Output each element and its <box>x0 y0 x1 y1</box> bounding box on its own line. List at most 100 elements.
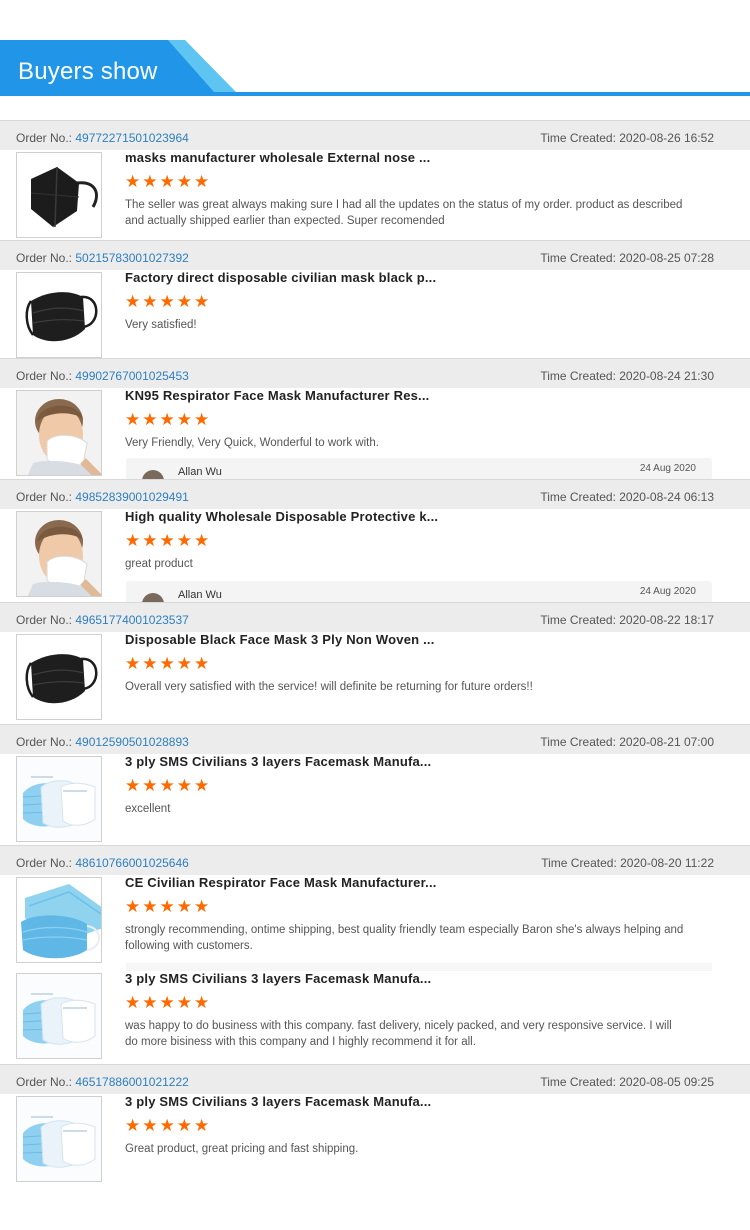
star-icon: ★ <box>142 897 158 917</box>
order-header: Order No.: 48610766001025646 Time Create… <box>0 845 750 875</box>
product-title[interactable]: Factory direct disposable civilian mask … <box>125 270 436 285</box>
star-icon: ★ <box>125 410 141 430</box>
review-item: 3 ply SMS Civilians 3 layers Facemask Ma… <box>0 1094 750 1184</box>
order-time: Time Created: 2020-08-24 06:13 <box>540 490 714 504</box>
star-icon: ★ <box>125 1116 141 1136</box>
product-thumbnail[interactable] <box>16 973 102 1059</box>
review-item: masks manufacturer wholesale External no… <box>0 150 750 240</box>
reply-author: Allan Wu <box>178 589 222 601</box>
review-item: Factory direct disposable civilian mask … <box>0 270 750 360</box>
review-item: KN95 Respirator Face Mask Manufacturer R… <box>0 388 750 480</box>
star-icon: ★ <box>159 410 175 430</box>
rating-stars: ★ ★ ★ ★ ★ <box>125 656 209 674</box>
order-number-link[interactable]: 46517886001021222 <box>75 1075 188 1089</box>
star-icon: ★ <box>194 531 210 551</box>
star-icon: ★ <box>159 172 175 192</box>
order-number: Order No.: 49852839001029491 <box>16 490 189 504</box>
rating-stars: ★ ★ ★ ★ ★ <box>125 174 209 192</box>
order-card: Order No.: 50215783001027392 Time Create… <box>0 240 750 358</box>
rating-stars: ★ ★ ★ ★ ★ <box>125 412 209 430</box>
star-icon: ★ <box>176 897 192 917</box>
product-thumbnail[interactable] <box>16 272 102 358</box>
product-thumbnail[interactable] <box>16 1096 102 1182</box>
review-item: High quality Wholesale Disposable Protec… <box>0 509 750 603</box>
star-icon: ★ <box>194 654 210 674</box>
star-icon: ★ <box>176 531 192 551</box>
product-title[interactable]: 3 ply SMS Civilians 3 layers Facemask Ma… <box>125 1094 431 1109</box>
order-number-label: Order No.: <box>16 1075 73 1089</box>
order-number-link[interactable]: 49012590501028893 <box>75 735 188 749</box>
review-comment: Very Friendly, Very Quick, Wonderful to … <box>125 437 379 449</box>
product-thumbnail[interactable] <box>16 152 102 238</box>
order-number-label: Order No.: <box>16 856 73 870</box>
order-number: Order No.: 50215783001027392 <box>16 251 189 265</box>
star-icon: ★ <box>125 776 141 796</box>
order-time: Time Created: 2020-08-20 11:22 <box>541 856 714 870</box>
product-title[interactable]: High quality Wholesale Disposable Protec… <box>125 509 438 524</box>
orders-list: Order No.: 49772271501023964 Time Create… <box>0 120 750 1182</box>
star-icon: ★ <box>194 1116 210 1136</box>
star-icon: ★ <box>125 531 141 551</box>
rating-stars: ★ ★ ★ ★ ★ <box>125 1118 209 1136</box>
star-icon: ★ <box>125 897 141 917</box>
product-title[interactable]: 3 ply SMS Civilians 3 layers Facemask Ma… <box>125 754 431 769</box>
order-number-label: Order No.: <box>16 613 73 627</box>
star-icon: ★ <box>194 410 210 430</box>
product-title[interactable]: Disposable Black Face Mask 3 Ply Non Wov… <box>125 632 435 647</box>
star-icon: ★ <box>159 776 175 796</box>
order-card: Order No.: 46517886001021222 Time Create… <box>0 1064 750 1182</box>
star-icon: ★ <box>176 410 192 430</box>
banner-title: Buyers show <box>18 58 158 85</box>
product-thumbnail[interactable] <box>16 756 102 842</box>
order-number-label: Order No.: <box>16 490 73 504</box>
order-number: Order No.: 49651774001023537 <box>16 613 189 627</box>
star-icon: ★ <box>142 292 158 312</box>
order-number-link[interactable]: 49852839001029491 <box>75 490 188 504</box>
star-icon: ★ <box>176 292 192 312</box>
star-icon: ★ <box>159 292 175 312</box>
star-icon: ★ <box>194 292 210 312</box>
item-divider <box>126 963 712 971</box>
star-icon: ★ <box>142 1116 158 1136</box>
product-thumbnail[interactable] <box>16 390 102 476</box>
star-icon: ★ <box>142 172 158 192</box>
order-card: Order No.: 48610766001025646 Time Create… <box>0 845 750 1064</box>
order-header: Order No.: 49012590501028893 Time Create… <box>0 724 750 754</box>
seller-reply: Allan Wu 24 Aug 2020 <box>126 581 712 603</box>
order-card: Order No.: 49651774001023537 Time Create… <box>0 602 750 724</box>
order-time: Time Created: 2020-08-22 18:17 <box>540 613 714 627</box>
order-time: Time Created: 2020-08-24 21:30 <box>540 369 714 383</box>
order-number-link[interactable]: 49902767001025453 <box>75 369 188 383</box>
order-time: Time Created: 2020-08-26 16:52 <box>540 131 714 145</box>
star-icon: ★ <box>142 776 158 796</box>
product-title[interactable]: CE Civilian Respirator Face Mask Manufac… <box>125 875 437 890</box>
product-thumbnail[interactable] <box>16 877 102 963</box>
order-header: Order No.: 46517886001021222 Time Create… <box>0 1064 750 1094</box>
star-icon: ★ <box>176 654 192 674</box>
order-header: Order No.: 49852839001029491 Time Create… <box>0 479 750 509</box>
star-icon: ★ <box>142 993 158 1013</box>
order-number-link[interactable]: 50215783001027392 <box>75 251 188 265</box>
product-title[interactable]: masks manufacturer wholesale External no… <box>125 150 430 165</box>
order-time: Time Created: 2020-08-25 07:28 <box>540 251 714 265</box>
star-icon: ★ <box>125 993 141 1013</box>
star-icon: ★ <box>176 993 192 1013</box>
order-number: Order No.: 49902767001025453 <box>16 369 189 383</box>
product-thumbnail[interactable] <box>16 511 102 597</box>
star-icon: ★ <box>176 1116 192 1136</box>
order-number-link[interactable]: 48610766001025646 <box>75 856 188 870</box>
order-number-link[interactable]: 49651774001023537 <box>75 613 188 627</box>
reply-date: 24 Aug 2020 <box>639 463 696 474</box>
review-comment: great product <box>125 558 193 570</box>
order-number-link[interactable]: 49772271501023964 <box>75 131 188 145</box>
product-title[interactable]: KN95 Respirator Face Mask Manufacturer R… <box>125 388 430 403</box>
star-icon: ★ <box>194 776 210 796</box>
star-icon: ★ <box>142 410 158 430</box>
star-icon: ★ <box>194 172 210 192</box>
star-icon: ★ <box>194 897 210 917</box>
review-comment: excellent <box>125 803 171 815</box>
product-thumbnail[interactable] <box>16 634 102 720</box>
product-title[interactable]: 3 ply SMS Civilians 3 layers Facemask Ma… <box>125 971 431 986</box>
order-time: Time Created: 2020-08-21 07:00 <box>540 735 714 749</box>
star-icon: ★ <box>125 292 141 312</box>
